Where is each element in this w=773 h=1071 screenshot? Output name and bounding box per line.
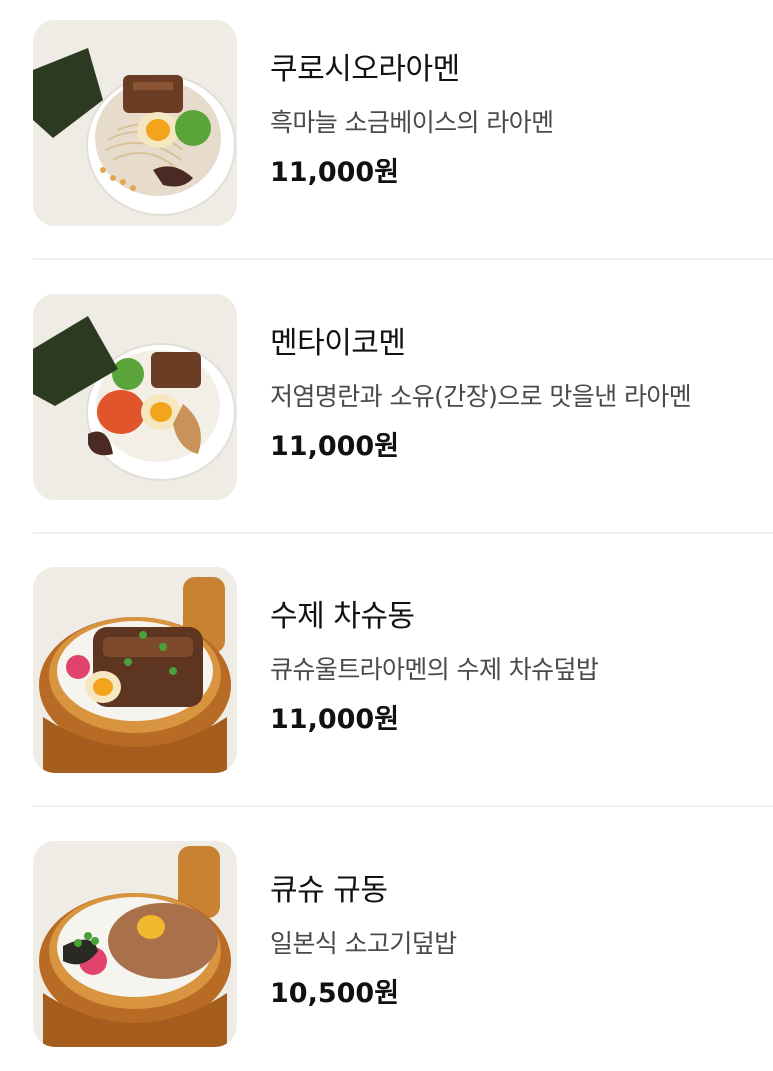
menu-list: 쿠로시오라아멘 흑마늘 소금베이스의 라아멘 11,000원 멘타이코멘 저염명… [0,0,773,1065]
menu-item-price: 11,000원 [270,157,400,188]
ramen-bowl-image [33,294,237,500]
menu-item-name: 멘타이코멘 [270,326,406,361]
menu-item-price: 10,500원 [270,978,400,1009]
menu-item-image [33,567,237,773]
menu-item[interactable]: 쿠로시오라아멘 흑마늘 소금베이스의 라아멘 11,000원 [0,20,773,250]
menu-item-description: 큐슈울트라아멘의 수제 차슈덮밥 [270,655,599,684]
rice-tub-image [33,841,237,1047]
menu-item[interactable]: 큐슈 규동 일본식 소고기덮밥 10,500원 [0,841,773,1071]
divider [33,532,773,534]
menu-item-name: 수제 차슈동 [270,599,415,634]
menu-item-image [33,294,237,500]
menu-item-name: 큐슈 규동 [270,873,388,908]
menu-item-price: 11,000원 [270,704,400,735]
rice-tub-image [33,567,237,773]
ramen-bowl-image [33,20,237,226]
menu-item-description: 일본식 소고기덮밥 [270,929,457,958]
menu-item-price: 11,000원 [270,431,400,462]
menu-item-name: 쿠로시오라아멘 [270,52,460,87]
divider [33,258,773,260]
menu-item[interactable]: 멘타이코멘 저염명란과 소유(간장)으로 맛을낸 라아멘 11,000원 [0,294,773,524]
divider [33,805,773,807]
menu-item-description: 저염명란과 소유(간장)으로 맛을낸 라아멘 [270,382,692,411]
menu-item-image [33,20,237,226]
menu-item-description: 흑마늘 소금베이스의 라아멘 [270,108,554,137]
menu-item-image [33,841,237,1047]
menu-item[interactable]: 수제 차슈동 큐슈울트라아멘의 수제 차슈덮밥 11,000원 [0,567,773,797]
